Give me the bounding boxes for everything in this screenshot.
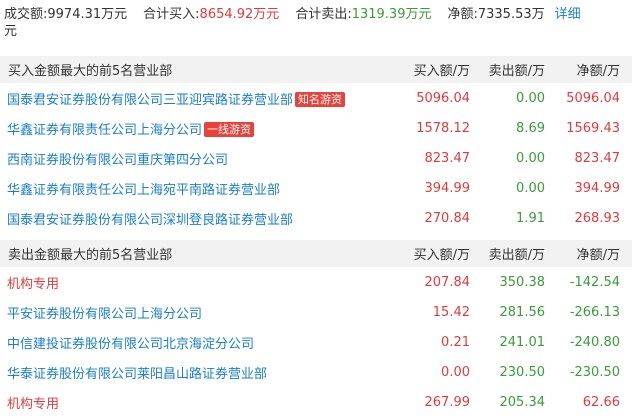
table-row: 机构专用 267.99 205.34 62.66 (0, 387, 632, 417)
buy-amount: 0.21 (441, 334, 470, 350)
sell-amount: 230.50 (499, 364, 546, 380)
buy-amount: 267.99 (424, 394, 471, 410)
broker-name-link[interactable]: 机构专用 (7, 393, 59, 412)
broker-name: 平安证券股份有限公司上海分公司 (7, 306, 203, 322)
turnover-label: 成交额: (4, 7, 48, 22)
broker-name-link[interactable]: 国泰君安证券股份有限公司三亚迎宾路证券营业部 知名游资 (7, 89, 346, 108)
table-row: 国泰君安证券股份有限公司三亚迎宾路证券营业部 知名游资 5096.04 0.00 509… (0, 83, 632, 113)
net-amount: 5096.04 (566, 90, 620, 106)
turnover-value: 9974.31万元 (47, 7, 128, 22)
table-row: 中信建投证券股份有限公司北京海淀分公司 0.21 241.01 -240.80 (0, 327, 632, 357)
broker-name: 机构专用 (7, 276, 60, 292)
broker-name: 华泰证券股份有限公司莱阳昌山路证券营业部 (7, 366, 268, 382)
table-row: 国泰君安证券股份有限公司深圳登良路证券营业部 270.84 1.91 268.93 (0, 203, 632, 233)
broker-name: 华鑫证券有限责任公司上海分公司 (7, 122, 203, 138)
total-buy-value: 8654.92万元 (199, 7, 280, 22)
net-amount: 1569.43 (566, 120, 620, 136)
broker-name-link[interactable]: 国泰君安证券股份有限公司深圳登良路证券营业部 (7, 209, 293, 228)
net-amount: 394.99 (574, 180, 621, 196)
net-amount: -240.80 (569, 334, 620, 350)
summary-bar: 成交额:9974.31万元 合计买入:8654.92万元 合计卖出:1319.39万… (4, 6, 628, 40)
trader-badge: 知名游资 (295, 91, 346, 107)
broker-name-link[interactable]: 华泰证券股份有限公司莱阳昌山路证券营业部 (7, 363, 267, 382)
broker-name-link[interactable]: 华鑫证券有限责任公司上海分公司 一线游资 (7, 119, 255, 138)
sell-amount: 0.00 (516, 180, 545, 196)
buy-amount: 1578.12 (416, 120, 470, 136)
sell-amount: 241.01 (499, 334, 546, 350)
col-header-net: 净额/万 (576, 248, 620, 263)
broker-name: 机构专用 (7, 396, 60, 412)
summary-wrap-char: 元 (4, 24, 18, 39)
net-amount: 268.93 (574, 210, 621, 226)
buy-amount: 15.42 (432, 304, 470, 320)
net-amount: -230.50 (569, 364, 620, 380)
net-label: 净额: (447, 7, 478, 22)
table-row: 西南证券股份有限公司重庆第四分公司 823.47 0.00 823.47 (0, 143, 632, 173)
sell-amount: 350.38 (499, 274, 546, 290)
buy-amount: 207.84 (424, 274, 471, 290)
table-row: 机构专用 207.84 350.38 -142.54 (0, 267, 632, 297)
broker-name-link[interactable]: 中信建投证券股份有限公司北京海淀分公司 (7, 333, 254, 352)
sell-section-title: 卖出金额最大的前5名营业部 (8, 248, 173, 263)
table-row: 华鑫证券有限责任公司上海宛平南路证券营业部 394.99 0.00 394.99 (0, 173, 632, 203)
net-value: 7335.53万 (477, 7, 545, 22)
col-header-sell: 卖出额/万 (488, 248, 545, 263)
total-sell-label: 合计卖出: (295, 7, 352, 22)
net-amount: -266.13 (569, 304, 620, 320)
trader-badge: 一线游资 (204, 121, 255, 137)
detail-link[interactable]: 详细 (555, 7, 581, 22)
buy-amount: 823.47 (424, 150, 471, 166)
table-row: 平安证券股份有限公司上海分公司 15.42 281.56 -266.13 (0, 297, 632, 327)
table-row: 华鑫证券有限责任公司上海分公司 一线游资 1578.12 8.69 1569.43 (0, 113, 632, 143)
net-amount: -142.54 (569, 274, 620, 290)
broker-name: 国泰君安证券股份有限公司三亚迎宾路证券营业部 (7, 92, 294, 108)
sell-section-header: 卖出金额最大的前5名营业部 买入额/万 卖出额/万 净额/万 (0, 240, 632, 267)
broker-name: 西南证券股份有限公司重庆第四分公司 (7, 152, 229, 168)
sell-amount: 0.00 (516, 150, 545, 166)
total-buy-label: 合计买入: (143, 7, 200, 22)
buy-section-title: 买入金额最大的前5名营业部 (8, 64, 173, 79)
sell-amount: 1.91 (516, 210, 545, 226)
buy-section-header: 买入金额最大的前5名营业部 买入额/万 卖出额/万 净额/万 (0, 56, 632, 83)
col-header-buy: 买入额/万 (413, 248, 470, 263)
buy-amount: 270.84 (424, 210, 471, 226)
buy-amount: 0.00 (441, 364, 470, 380)
buy-amount: 5096.04 (416, 90, 470, 106)
broker-name: 国泰君安证券股份有限公司深圳登良路证券营业部 (7, 212, 294, 228)
broker-name-link[interactable]: 平安证券股份有限公司上海分公司 (7, 303, 202, 322)
sell-amount: 0.00 (516, 90, 545, 106)
net-amount: 823.47 (574, 150, 621, 166)
buy-amount: 394.99 (424, 180, 471, 196)
broker-name: 华鑫证券有限责任公司上海宛平南路证券营业部 (7, 182, 281, 198)
col-header-buy: 买入额/万 (413, 64, 470, 79)
net-amount: 62.66 (582, 394, 620, 410)
broker-name-link[interactable]: 西南证券股份有限公司重庆第四分公司 (7, 149, 228, 168)
broker-name: 中信建投证券股份有限公司北京海淀分公司 (7, 336, 255, 352)
sell-amount: 205.34 (499, 394, 546, 410)
broker-name-link[interactable]: 机构专用 (7, 273, 59, 292)
sell-amount: 281.56 (499, 304, 546, 320)
broker-name-link[interactable]: 华鑫证券有限责任公司上海宛平南路证券营业部 (7, 179, 280, 198)
sell-amount: 8.69 (516, 120, 545, 136)
table-row: 华泰证券股份有限公司莱阳昌山路证券营业部 0.00 230.50 -230.50 (0, 357, 632, 387)
total-sell-value: 1319.39万元 (351, 7, 432, 22)
col-header-sell: 卖出额/万 (488, 64, 545, 79)
col-header-net: 净额/万 (576, 64, 620, 79)
